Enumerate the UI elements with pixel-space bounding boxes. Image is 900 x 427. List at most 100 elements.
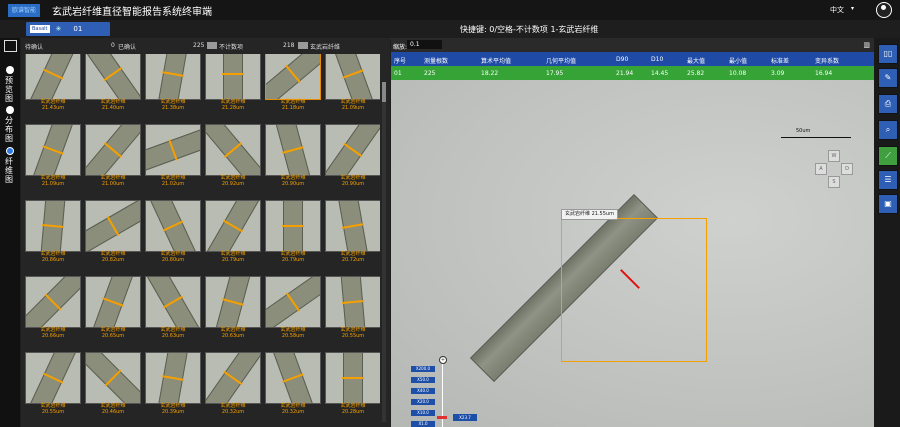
fiber-thumbnail[interactable]: 玄武岩纤维 21.43um xyxy=(25,54,81,111)
rail-label-preview[interactable]: 预览图 xyxy=(5,76,15,103)
thumbnail-image[interactable] xyxy=(85,200,141,252)
pan-left-button[interactable]: A xyxy=(815,163,827,175)
fiber-thumbnail[interactable]: 玄武岩纤维 20.63um xyxy=(205,276,261,339)
thumbnail-image[interactable] xyxy=(145,352,201,404)
thumbnail-image[interactable] xyxy=(205,200,261,252)
thumbnail-image[interactable] xyxy=(265,124,321,176)
fiber-thumbnail[interactable]: 玄武岩纤维 21.28um xyxy=(205,54,261,111)
pan-down-button[interactable]: S xyxy=(828,176,840,188)
thumbnail-image[interactable] xyxy=(325,200,380,252)
fiber-thumbnail[interactable]: 玄武岩纤维 20.32um xyxy=(265,352,321,415)
thumbnail-image[interactable] xyxy=(265,200,321,252)
fiber-thumbnail[interactable]: 玄武岩纤维 20.86um xyxy=(25,200,81,263)
rail-label-fiber[interactable]: 纤维图 xyxy=(5,157,15,184)
fiber-thumbnail[interactable]: 玄武岩纤维 20.39um xyxy=(145,352,201,415)
fiber-thumbnail[interactable]: 玄武岩纤维 20.92um xyxy=(205,124,261,187)
rail-label-distribution[interactable]: 分布图 xyxy=(5,116,15,143)
settings-sliders-icon[interactable]: ☰ xyxy=(878,170,898,190)
ruler-icon[interactable]: ⟋ xyxy=(878,146,898,166)
edit-report-icon[interactable]: ✎ xyxy=(878,68,898,88)
thumbnail-image[interactable] xyxy=(325,54,380,100)
search-report-icon[interactable]: ⌕ xyxy=(878,120,898,140)
fiber-thumbnail[interactable]: 玄武岩纤维 21.18um xyxy=(265,54,321,111)
fiber-thumbnail[interactable]: 玄武岩纤维 21.38um xyxy=(145,54,201,111)
radio-distribution[interactable] xyxy=(6,106,14,114)
thumbnail-image[interactable] xyxy=(265,352,321,404)
thumbnail-image[interactable] xyxy=(265,54,321,100)
thumbnail-image[interactable] xyxy=(145,54,201,100)
thumbnail-image[interactable] xyxy=(25,276,81,328)
scrollbar[interactable] xyxy=(382,82,386,422)
fiber-thumbnail[interactable]: 玄武岩纤维 20.55um xyxy=(325,276,380,339)
fiber-thumbnail[interactable]: 玄武岩纤维 20.72um xyxy=(325,200,380,263)
thumbnail-image[interactable] xyxy=(25,54,81,100)
thumbnail-image[interactable] xyxy=(25,200,81,252)
zoom-tick[interactable]: X20.0 xyxy=(411,399,435,405)
thumbnail-diameter: 20.90um xyxy=(281,181,305,187)
sample-tab[interactable]: Basalt ✳ 01 xyxy=(26,22,110,36)
fiber-thumbnail[interactable]: 玄武岩纤维 20.79um xyxy=(205,200,261,263)
thumbnail-image[interactable] xyxy=(85,276,141,328)
scrollbar-thumb[interactable] xyxy=(382,82,386,102)
zoom-tick[interactable]: X50.0 xyxy=(411,377,435,383)
stats-table-row[interactable]: 01 225 18.22 17.95 21.94 14.45 25.82 10.08 3.09 1… xyxy=(391,66,874,80)
thumbnail-image[interactable] xyxy=(205,276,261,328)
compare-icon[interactable]: ▯▯ xyxy=(878,44,898,64)
thumbnail-image[interactable] xyxy=(265,276,321,328)
fiber-thumbnail[interactable]: 玄武岩纤维 20.90um xyxy=(325,124,380,187)
zoom-select[interactable]: 0.1 xyxy=(407,40,442,49)
chevron-down-icon[interactable]: ▾ xyxy=(851,5,854,12)
fiber-thumbnail[interactable]: 玄武岩纤维 21.00um xyxy=(85,124,141,187)
fiber-thumbnail[interactable]: 玄武岩纤维 20.90um xyxy=(265,124,321,187)
microscope-image[interactable]: 玄武岩纤维 21.55um 50um W A S D + − X200.0 X5… xyxy=(391,80,874,427)
thumbnail-image[interactable] xyxy=(25,352,81,404)
thumbnail-image[interactable] xyxy=(325,352,380,404)
language-select[interactable]: 中文 xyxy=(830,5,844,15)
fiber-thumbnail[interactable]: 玄武岩纤维 20.63um xyxy=(145,276,201,339)
thumbnail-image[interactable] xyxy=(205,124,261,176)
chart-icon[interactable]: ▥ xyxy=(863,41,870,49)
thumbnail-image[interactable] xyxy=(25,124,81,176)
thumbnail-image[interactable] xyxy=(145,200,201,252)
zoom-slider[interactable]: + − X200.0 X50.0 X40.0 X20.0 X10.0 X1.0 … xyxy=(411,356,477,427)
zoom-tick[interactable]: X10.0 xyxy=(411,410,435,416)
fiber-thumbnail[interactable]: 玄武岩纤维 20.28um xyxy=(325,352,380,415)
thumbnail-image[interactable] xyxy=(85,352,141,404)
thumbnail-image[interactable] xyxy=(205,54,261,100)
pan-up-button[interactable]: W xyxy=(828,150,840,162)
fiber-thumbnail[interactable]: 玄武岩纤维 21.40um xyxy=(85,54,141,111)
fiber-thumbnail[interactable]: 玄武岩纤维 21.02um xyxy=(145,124,201,187)
fiber-thumbnail[interactable]: 玄武岩纤维 20.55um xyxy=(25,352,81,415)
fiber-thumbnail[interactable]: 玄武岩纤维 21.09um xyxy=(325,54,380,111)
zoom-in-icon[interactable]: + xyxy=(439,356,447,364)
print-icon[interactable]: ⎙ xyxy=(878,94,898,114)
thumbnail-image[interactable] xyxy=(205,352,261,404)
fiber-thumbnail[interactable]: 玄武岩纤维 20.79um xyxy=(265,200,321,263)
radio-fiber[interactable] xyxy=(6,147,14,155)
pan-right-button[interactable]: D xyxy=(841,163,853,175)
fiber-thumbnail[interactable]: 玄武岩纤维 21.09um xyxy=(25,124,81,187)
user-avatar-icon[interactable] xyxy=(876,2,892,18)
fiber-thumbnail[interactable]: 玄武岩纤维 20.66um xyxy=(25,276,81,339)
thumbnail-image[interactable] xyxy=(145,124,201,176)
fiber-thumbnail[interactable]: 玄武岩纤维 20.65um xyxy=(85,276,141,339)
zoom-handle[interactable] xyxy=(437,416,447,419)
fiber-shape xyxy=(271,125,315,175)
menu-icon[interactable] xyxy=(4,40,17,52)
radio-preview[interactable] xyxy=(6,66,14,74)
thumbnail-image[interactable] xyxy=(325,276,380,328)
thumbnail-image[interactable] xyxy=(85,124,141,176)
fiber-thumbnail[interactable]: 玄武岩纤维 20.58um xyxy=(265,276,321,339)
fiber-thumbnail[interactable]: 玄武岩纤维 20.82um xyxy=(85,200,141,263)
thumbnail-image[interactable] xyxy=(85,54,141,100)
zoom-tick[interactable]: X1.0 xyxy=(411,421,435,427)
image-icon[interactable]: ▣ xyxy=(878,194,898,214)
fiber-bounding-box[interactable] xyxy=(561,218,707,362)
thumbnail-image[interactable] xyxy=(145,276,201,328)
zoom-tick[interactable]: X200.0 xyxy=(411,366,435,372)
fiber-thumbnail[interactable]: 玄武岩纤维 20.32um xyxy=(205,352,261,415)
fiber-thumbnail[interactable]: 玄武岩纤维 20.46um xyxy=(85,352,141,415)
zoom-tick[interactable]: X40.0 xyxy=(411,388,435,394)
thumbnail-image[interactable] xyxy=(325,124,380,176)
fiber-thumbnail[interactable]: 玄武岩纤维 20.80um xyxy=(145,200,201,263)
